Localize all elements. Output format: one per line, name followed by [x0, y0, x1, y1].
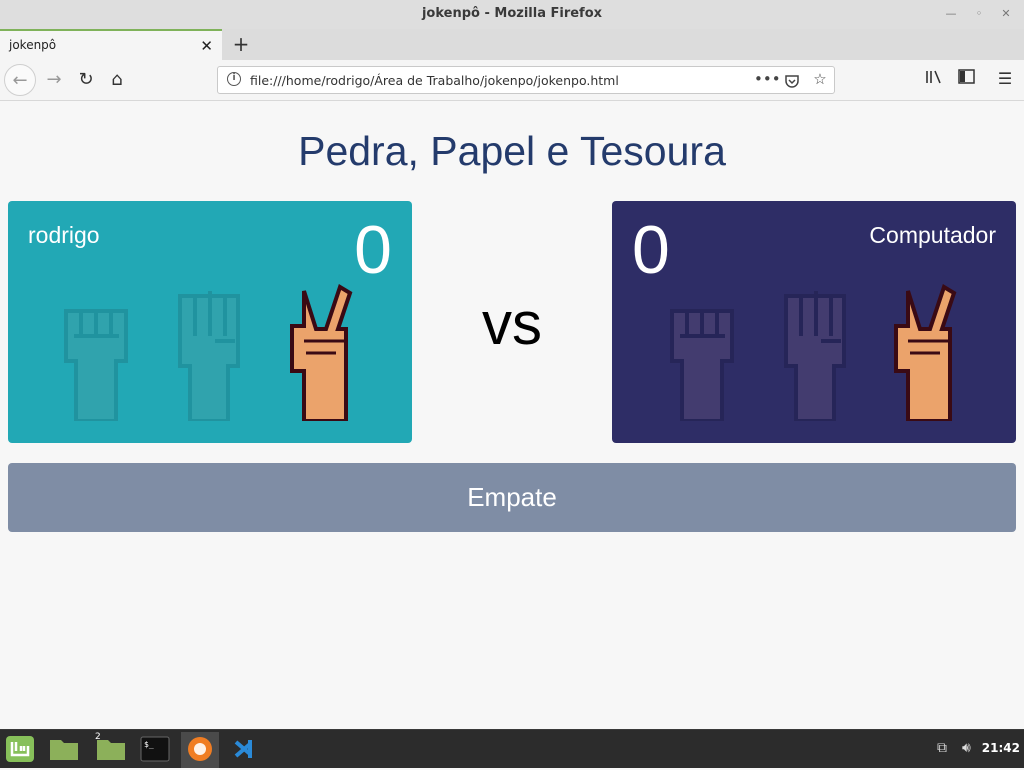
navigation-bar: ← → ↻ ⌂ i file:///home/rodrigo/Área de T… [0, 60, 1024, 101]
computer-score: 0 [632, 212, 670, 288]
taskbar: 2 $_ ⧉ 🔊︎ 21:42 [0, 729, 1024, 768]
reload-icon[interactable]: ↻ [70, 64, 102, 96]
window-title: jokenpô - Mozilla Firefox [421, 6, 603, 21]
rock-icon [670, 309, 734, 421]
tab-label: jokenpô [9, 38, 57, 52]
page-content: Pedra, Papel e Tesoura rodrigo 0 vs 0 Co… [0, 101, 1024, 729]
library-icon[interactable] [923, 69, 945, 89]
bookmark-star-icon[interactable]: ☆ [809, 70, 831, 88]
url-text[interactable]: file:///home/rodrigo/Área de Trabalho/jo… [250, 73, 619, 88]
minimize-icon[interactable]: — [942, 5, 960, 23]
scissors-icon [894, 284, 957, 421]
back-icon[interactable]: ← [4, 64, 36, 96]
page-actions-icon[interactable]: ••• [754, 70, 781, 88]
tab-close-icon[interactable]: ✕ [200, 37, 213, 55]
rock-icon[interactable] [56, 281, 136, 421]
vs-label: vs [482, 290, 542, 357]
clock[interactable]: 21:42 [982, 741, 1020, 755]
home-icon[interactable]: ⌂ [101, 64, 133, 96]
sidebar-icon[interactable] [955, 69, 977, 88]
paper-icon [784, 291, 846, 421]
vscode-icon[interactable] [226, 732, 264, 768]
files-icon[interactable]: 2 [92, 732, 130, 768]
workspace-badge: 2 [95, 732, 101, 742]
info-icon[interactable]: i [227, 72, 241, 86]
new-tab-icon[interactable]: + [230, 32, 252, 56]
svg-text:$_: $_ [144, 740, 154, 749]
window-titlebar: jokenpô - Mozilla Firefox — ◦ ✕ [0, 0, 1024, 29]
computer-card: 0 Computador [612, 201, 1016, 443]
mint-menu-icon[interactable] [2, 732, 40, 768]
scissors-icon[interactable] [284, 281, 364, 421]
result-banner: Empate [8, 463, 1016, 532]
files-icon[interactable] [45, 732, 83, 768]
tab-jokenpo[interactable]: jokenpô ✕ [0, 29, 222, 60]
pocket-icon[interactable] [781, 70, 803, 93]
player-card: rodrigo 0 [8, 201, 412, 443]
maximize-icon[interactable]: ◦ [970, 5, 988, 23]
player-name: rodrigo [28, 222, 100, 248]
player-score: 0 [354, 212, 392, 288]
terminal-icon[interactable]: $_ [137, 732, 175, 768]
url-bar[interactable]: i file:///home/rodrigo/Área de Trabalho/… [217, 66, 835, 94]
paper-icon[interactable] [170, 281, 250, 421]
close-icon[interactable]: ✕ [997, 5, 1015, 23]
tab-strip: jokenpô ✕ + [0, 29, 1024, 60]
computer-name: Computador [869, 222, 996, 248]
menu-icon[interactable]: ☰ [994, 69, 1016, 88]
forward-icon[interactable]: → [38, 64, 70, 96]
volume-icon[interactable]: 🔊︎ [962, 740, 971, 756]
network-icon[interactable]: ⧉ [937, 740, 947, 756]
firefox-icon[interactable] [181, 732, 219, 768]
page-title: Pedra, Papel e Tesoura [298, 128, 726, 174]
